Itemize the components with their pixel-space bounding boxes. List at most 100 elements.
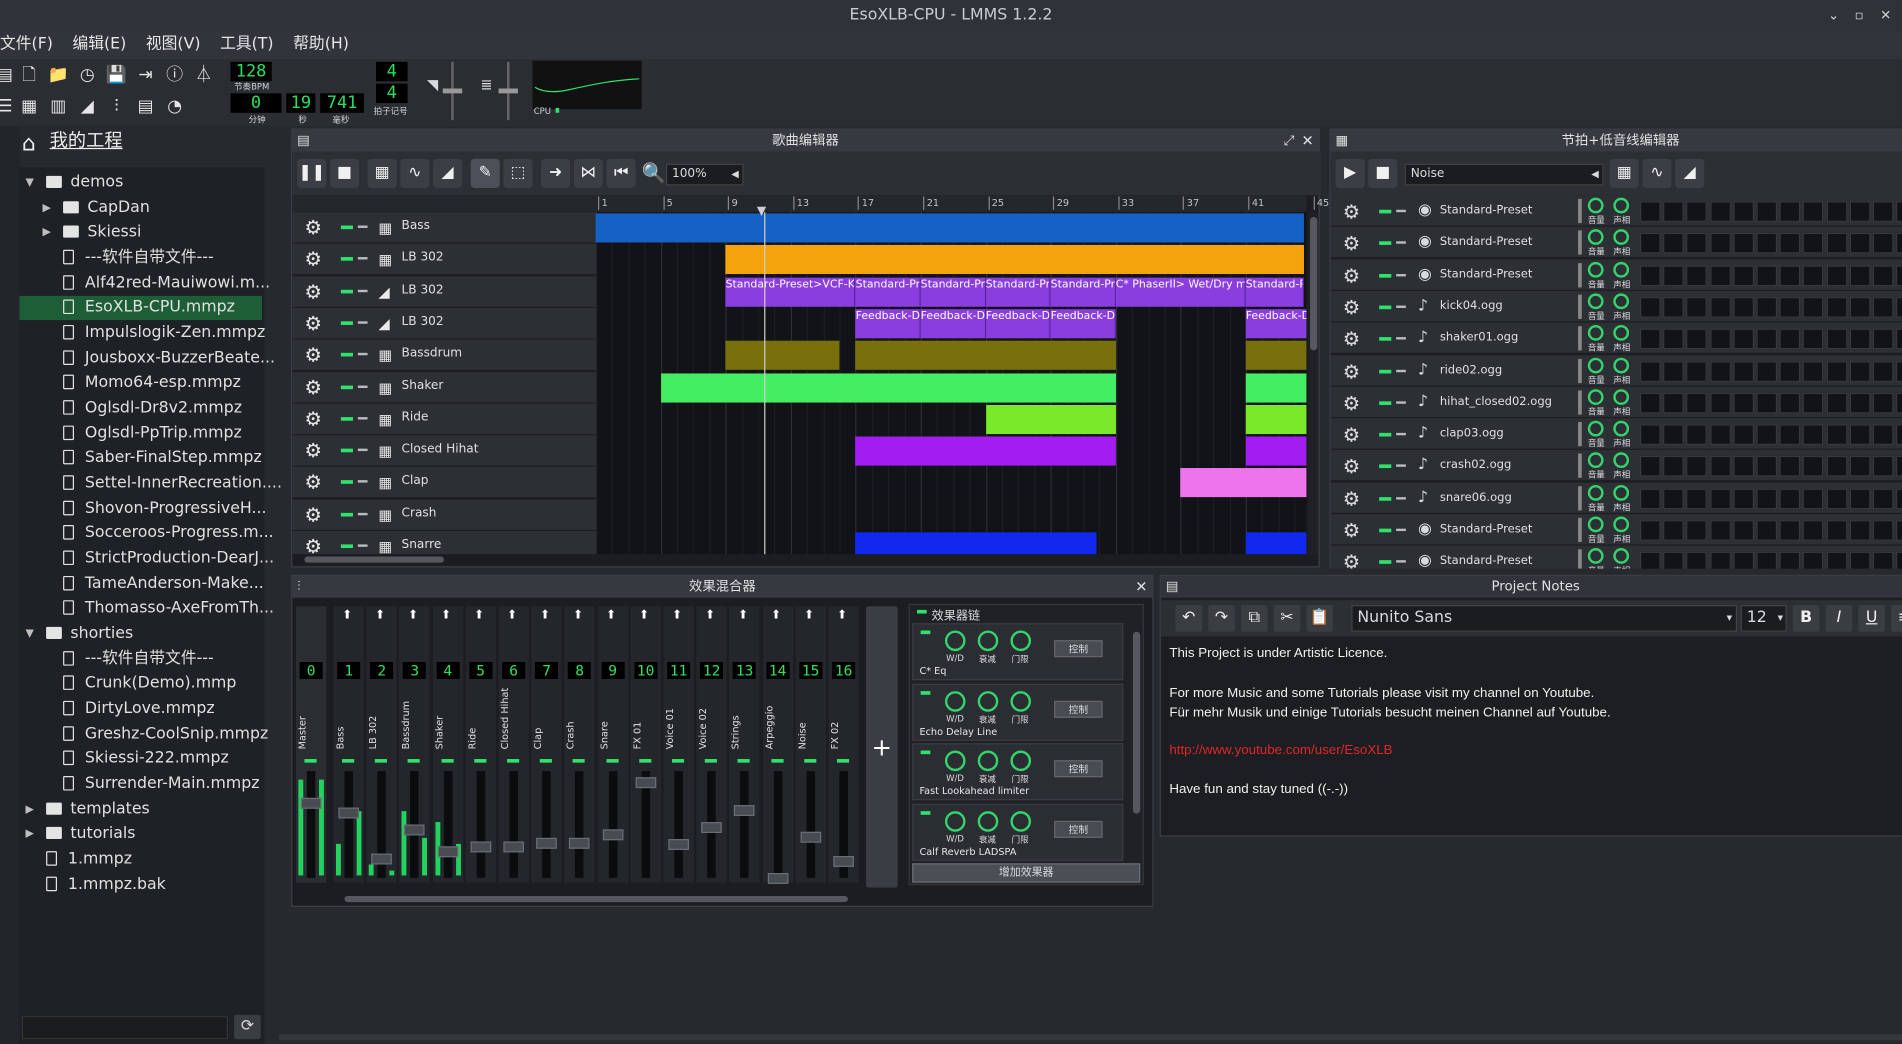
gear-icon[interactable]: ⚙ [304,343,321,366]
step-button[interactable] [1896,552,1902,569]
gear-icon[interactable]: ⚙ [1343,232,1360,255]
folder-item[interactable]: ▶ Skiessi [19,221,262,245]
step-button[interactable] [1639,265,1661,286]
chevron-down-icon[interactable]: ▼ [25,622,33,646]
track-header[interactable]: ⚙ ▦ Closed Hihat [292,435,596,467]
step-button[interactable] [1733,488,1754,509]
step-button[interactable] [1802,488,1824,509]
gear-icon[interactable]: ⚙ [304,439,321,462]
step-button[interactable] [1826,201,1847,222]
step-button[interactable] [1872,488,1894,509]
step-button[interactable] [1663,552,1684,569]
fader-handle[interactable] [668,839,689,850]
step-button[interactable] [1779,552,1801,569]
gate-knob[interactable] [1010,690,1032,712]
track-header[interactable]: ⚙ ▦ Clap [292,467,596,499]
list-icon[interactable]: ☰ [0,95,17,119]
instrument-name[interactable]: Standard-Preset [1440,204,1533,217]
step-button[interactable] [1663,456,1684,477]
gear-icon[interactable]: ⚙ [304,216,321,239]
step-button[interactable] [1872,456,1894,477]
add-channel-button[interactable]: + [866,606,898,888]
recent-projects-icon[interactable]: ◷ [75,63,99,87]
solo-toggle[interactable] [1396,464,1406,468]
song-clip[interactable] [725,245,1305,275]
file-item[interactable]: Thomasso-AxeFromTh... [19,597,274,621]
step-button[interactable] [1826,488,1847,509]
chevron-right-icon[interactable]: ▶ [25,798,33,822]
step-button[interactable] [1733,520,1754,541]
step-button[interactable] [1849,328,1871,350]
song-clip[interactable]: Feedback-De [855,309,921,339]
step-button[interactable] [1779,296,1801,318]
instrument-name[interactable]: Standard-Preset [1440,236,1533,249]
step-button[interactable] [1663,520,1684,541]
step-button[interactable] [1826,296,1847,318]
folder-item[interactable]: ▶ tutorials [19,823,262,847]
step-button[interactable] [1756,488,1778,509]
step-button[interactable] [1872,424,1894,446]
channel-mute-led[interactable] [573,759,586,763]
file-item[interactable]: Crunk(Demo).mmp [19,672,262,696]
step-button[interactable] [1756,360,1778,382]
channel-mute-led[interactable] [408,759,421,763]
mute-toggle[interactable] [340,225,353,230]
gear-icon[interactable]: ⚙ [1343,551,1360,569]
mixer-channel[interactable]: ⬆ 16 FX 02 [828,606,859,883]
channel-fader[interactable] [336,771,362,878]
step-button[interactable] [1756,201,1778,222]
fader-handle[interactable] [833,856,854,867]
file-item[interactable]: ---软件自带文件--- [19,246,262,270]
mixer-channel[interactable]: ⬆ 8 Crash [564,606,595,883]
solo-toggle[interactable] [1396,401,1406,404]
fx-scrollbar-thumb[interactable] [1132,631,1141,814]
step-button[interactable] [1849,488,1871,509]
decay-knob[interactable] [977,750,999,772]
effect-enable-led[interactable] [920,630,931,635]
effect-slot[interactable]: W/D 衰减 门限 控制 C* Eq [912,623,1124,681]
step-button[interactable] [1686,201,1708,222]
step-button[interactable] [1639,488,1661,509]
step-button[interactable] [1826,392,1847,414]
channel-mute-led[interactable] [737,759,751,763]
send-arrow-icon[interactable]: ⬆ [771,609,781,622]
step-button[interactable] [1663,296,1684,318]
auto-scroll-icon[interactable]: ➜ [540,158,571,188]
track-header[interactable]: ⚙ ▦ Ride [292,403,596,436]
song-clip[interactable]: C* PhaserII> Wet/Dry mix [1115,277,1246,307]
gate-knob[interactable] [1010,810,1032,832]
fader-handle[interactable] [767,873,788,884]
send-arrow-icon[interactable]: ⬆ [507,609,517,622]
step-button[interactable] [1779,456,1801,477]
step-button[interactable] [1849,233,1871,254]
step-button[interactable] [1639,360,1661,382]
add-automation-track-icon[interactable]: ◢ [433,158,463,188]
mute-toggle[interactable] [340,512,353,517]
song-clip[interactable] [660,372,1116,402]
track-header[interactable]: ⚙ ▦ Snarre [292,531,596,555]
metronome-icon[interactable]: ⏃ [192,63,216,87]
song-clip[interactable] [855,532,1097,555]
fader-handle[interactable] [734,805,755,817]
fader-handle[interactable] [437,846,459,858]
chevron-right-icon[interactable]: ▶ [42,196,50,220]
channel-mute-led[interactable] [704,759,718,763]
file-item[interactable]: Shovon-ProgressiveH... [19,497,267,521]
folder-item[interactable]: ▼ shorties [19,622,262,646]
step-button[interactable] [1779,233,1801,254]
fader-handle[interactable] [536,837,557,849]
step-button[interactable] [1756,424,1778,446]
channel-mute-led[interactable] [441,759,454,763]
pan-knob[interactable] [1613,293,1630,310]
mute-toggle[interactable] [1379,305,1392,310]
step-button[interactable] [1686,296,1708,318]
fader-handle[interactable] [371,853,393,865]
step-button[interactable] [1896,456,1902,477]
step-button[interactable] [1802,424,1824,446]
step-button[interactable] [1639,456,1661,477]
song-clip[interactable]: Standard-Pr [1245,277,1305,307]
step-button[interactable] [1802,265,1824,286]
effect-slot[interactable]: W/D 衰减 门限 控制 Echo Delay Line [912,683,1124,741]
volume-knob[interactable] [1587,293,1604,310]
step-button[interactable] [1733,233,1754,254]
